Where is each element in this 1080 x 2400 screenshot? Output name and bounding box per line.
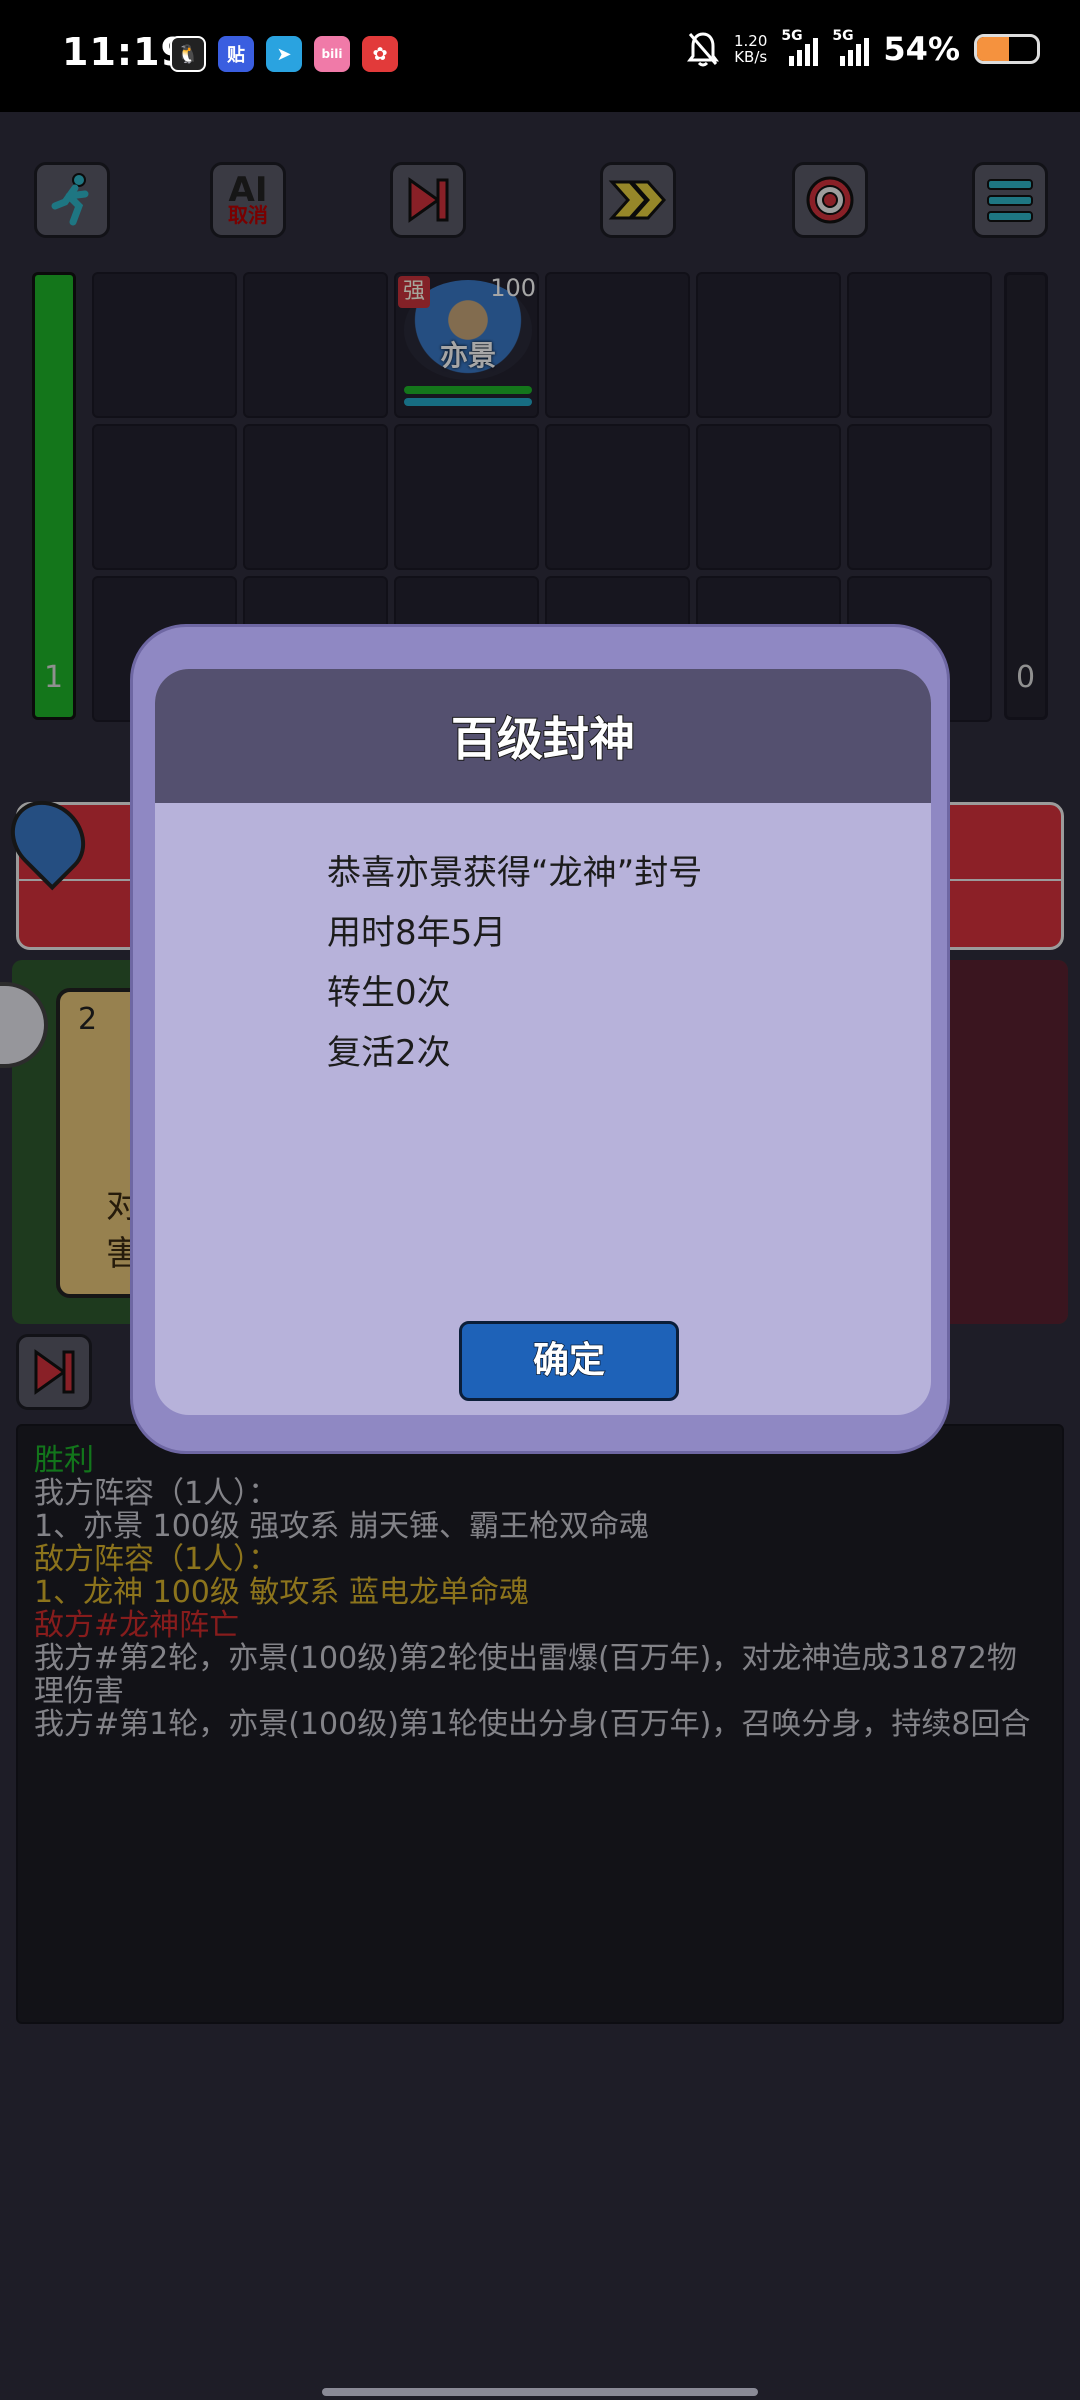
network-speed: 1.20 KB/s	[734, 33, 767, 65]
dialog-title: 百级封神	[450, 711, 636, 767]
notification-icons: 🐧 贴 ➤ bili ✿	[170, 36, 398, 72]
battery-fill	[977, 37, 1010, 61]
dialog-line-time: 用时8年5月	[327, 913, 507, 953]
signal-label-2: 5G	[832, 28, 854, 44]
dialog-line-rebirth: 转生0次	[327, 973, 451, 1013]
battery-percent: 54%	[883, 30, 960, 68]
dialog-panel: 百级封神 恭喜亦景获得“龙神”封号 用时8年5月 转生0次 复活2次 确定	[155, 669, 931, 1415]
home-indicator[interactable]	[322, 2388, 758, 2396]
dialog-line-revive: 复活2次	[327, 1033, 451, 1073]
bilibili-icon: bili	[314, 36, 350, 72]
dialog-body: 恭喜亦景获得“龙神”封号 用时8年5月 转生0次 复活2次	[327, 843, 702, 1083]
battery-icon	[974, 34, 1040, 64]
signal-label: 5G	[781, 28, 803, 44]
net-speed-value: 1.20	[734, 32, 768, 50]
signal-icon: 5G	[781, 28, 819, 66]
telegram-icon: ➤	[266, 36, 302, 72]
status-right: 1.20 KB/s 5G 5G 54%	[686, 28, 1040, 68]
signal-icon-2: 5G	[832, 28, 870, 66]
tieba-icon: 贴	[218, 36, 254, 72]
net-speed-unit: KB/s	[734, 48, 768, 66]
promotion-dialog: 百级封神 恭喜亦景获得“龙神”封号 用时8年5月 转生0次 复活2次 确定	[130, 624, 950, 1454]
qq-icon: 🐧	[170, 36, 206, 72]
dialog-header: 百级封神	[155, 669, 931, 803]
dialog-line-title-award: 恭喜亦景获得“龙神”封号	[327, 853, 703, 893]
confirm-button[interactable]: 确定	[459, 1321, 679, 1401]
status-bar: 11:19 🐧 贴 ➤ bili ✿ 1.20 KB/s 5G 5G 54%	[0, 0, 1080, 112]
lucky-app-icon: ✿	[362, 36, 398, 72]
mute-bell-icon	[687, 32, 719, 67]
